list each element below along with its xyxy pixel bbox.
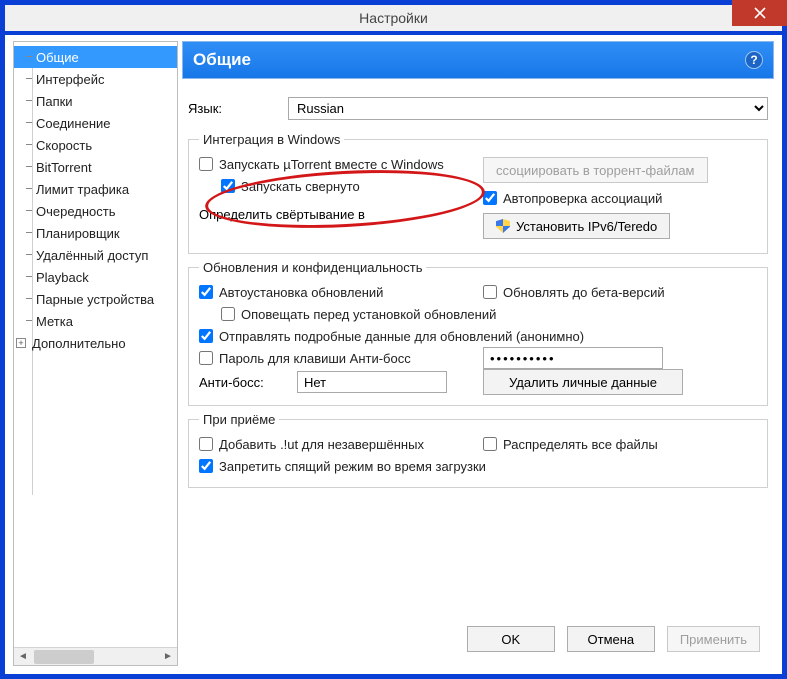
btn-clear-priv[interactable]: Удалить личные данные [483,369,683,395]
tree-item-paired[interactable]: Парные устройства [14,288,177,310]
category-tree[interactable]: Общие Интерфейс Папки Соединение Скорост… [14,42,177,647]
cancel-button[interactable]: Отмена [567,626,655,652]
group-windows-integration: Интеграция в Windows Запускать µTorrent … [188,132,768,254]
close-button[interactable] [732,0,787,26]
tree-item-general[interactable]: Общие [14,46,177,68]
scroll-right-icon[interactable]: ► [159,648,177,666]
btn-install-ipv6[interactable]: Установить IPv6/Teredo [483,213,670,239]
tree-item-folders[interactable]: Папки [14,90,177,112]
chk-no-sleep[interactable]: Запретить спящий режим во время загрузки [199,455,757,477]
chk-send-detail[interactable]: Отправлять подробные данные для обновлен… [199,325,757,347]
scroll-left-icon[interactable]: ◄ [14,648,32,666]
language-select[interactable]: Russian [288,97,768,120]
group-receive-legend: При приёме [199,412,279,427]
category-sidebar: Общие Интерфейс Папки Соединение Скорост… [13,41,178,666]
panel-header: Общие ? [182,41,774,79]
title-bar: Настройки [5,5,782,35]
chk-notify-update[interactable]: Оповещать перед установкой обновлений [199,303,757,325]
chk-beta[interactable]: Обновлять до бета-версий [483,281,757,303]
group-updates: Обновления и конфиденциальность Автоуста… [188,260,768,406]
group-updates-legend: Обновления и конфиденциальность [199,260,426,275]
dialog-footer: OK Отмена Применить [182,616,774,666]
shield-icon [496,219,510,233]
chk-start-minimized[interactable]: Запускать свернуто [199,175,473,197]
boss-label: Анти-босс: [199,375,289,390]
window-title: Настройки [359,10,428,26]
help-icon[interactable]: ? [745,51,763,69]
group-receive: При приёме Добавить .!ut для незавершённ… [188,412,768,488]
chk-addut[interactable]: Добавить .!ut для незавершённых [199,433,473,455]
tree-item-scheduler[interactable]: Планировщик [14,222,177,244]
group-integration-legend: Интеграция в Windows [199,132,344,147]
chk-auto-assoc[interactable]: Автопроверка ассоциаций [483,187,757,209]
scroll-thumb[interactable] [34,650,94,664]
close-icon [754,7,766,19]
tree-item-limit[interactable]: Лимит трафика [14,178,177,200]
panel-title: Общие [193,50,251,70]
chk-auto-update[interactable]: Автоустановка обновлений [199,281,473,303]
tree-item-ui[interactable]: Интерфейс [14,68,177,90]
chk-start-with-windows[interactable]: Запускать µTorrent вместе с Windows [199,153,473,175]
sidebar-scrollbar[interactable]: ◄ ► [14,647,177,665]
plus-icon[interactable]: + [16,338,26,348]
ok-button[interactable]: OK [467,626,555,652]
boss-password-field[interactable] [483,347,663,369]
language-label: Язык: [188,101,288,116]
tree-item-connection[interactable]: Соединение [14,112,177,134]
tree-item-label[interactable]: Метка [14,310,177,332]
apply-button: Применить [667,626,760,652]
tree-item-remote[interactable]: Удалённый доступ [14,244,177,266]
tree-item-advanced[interactable]: +Дополнительно [14,332,177,354]
tree-item-queue[interactable]: Очередность [14,200,177,222]
boss-key-field[interactable] [297,371,447,393]
tree-item-bittorrent[interactable]: BitTorrent [14,156,177,178]
btn-associate-torrent: ссоциировать в торрент-файлам [483,157,708,183]
chk-boss-pwd[interactable]: Пароль для клавиши Анти-босс [199,347,473,369]
tree-item-speed[interactable]: Скорость [14,134,177,156]
tree-item-playback[interactable]: Playback [14,266,177,288]
minimize-as-label: Определить свёртывание в [199,207,365,222]
chk-prealloc[interactable]: Распределять все файлы [483,433,757,455]
